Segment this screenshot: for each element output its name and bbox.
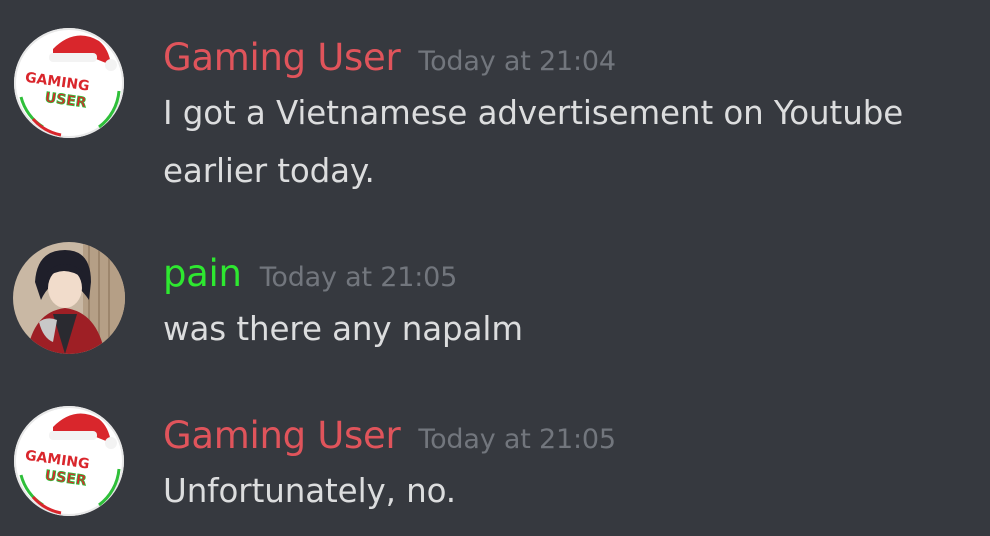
gaming-user-avatar: GAMING USER — [14, 28, 124, 138]
user-avatar[interactable]: GAMING USER — [13, 405, 125, 517]
username[interactable]: pain — [163, 252, 242, 295]
message-text: earlier today. — [163, 152, 375, 190]
user-avatar[interactable]: GAMING USER — [13, 27, 125, 139]
message-text: Unfortunately, no. — [163, 472, 457, 510]
username[interactable]: Gaming User — [163, 414, 401, 457]
gaming-user-avatar: GAMING USER — [14, 406, 124, 516]
message-text: was there any napalm — [163, 310, 523, 348]
anime-character-avatar — [13, 242, 125, 354]
username[interactable]: Gaming User — [163, 36, 401, 79]
message-timestamp: Today at 21:04 — [418, 46, 616, 77]
user-avatar[interactable] — [13, 242, 125, 354]
message-timestamp: Today at 21:05 — [259, 262, 458, 293]
message-text: I got a Vietnamese advertisement on Yout… — [163, 94, 904, 132]
message-timestamp: Today at 21:05 — [418, 424, 616, 455]
